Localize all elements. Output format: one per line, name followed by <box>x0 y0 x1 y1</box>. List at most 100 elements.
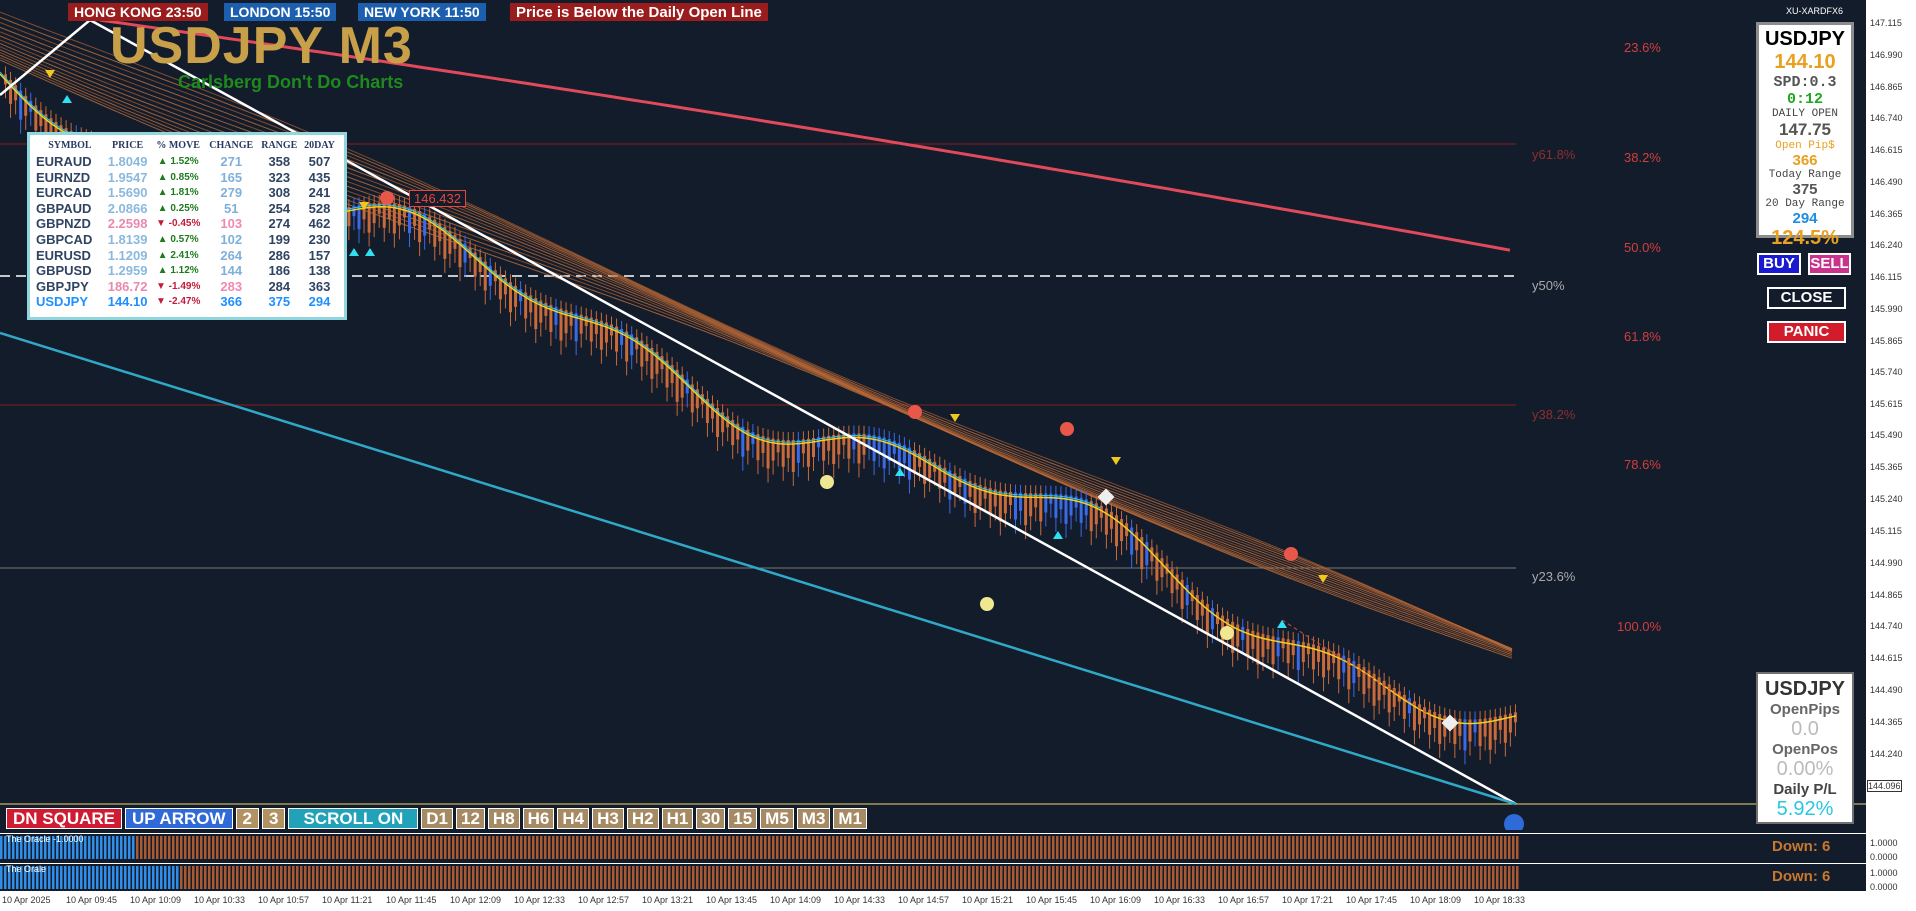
timeframe-h3-button[interactable]: H3 <box>592 808 624 829</box>
chart-area[interactable]: HONG KONG 23:50 LONDON 15:50 NEW YORK 11… <box>0 0 1866 830</box>
histogram-bar <box>1168 866 1171 889</box>
histogram-bar <box>1044 836 1047 859</box>
histogram-bar <box>652 866 655 889</box>
histogram-bar <box>1124 836 1127 859</box>
histogram-bar <box>756 866 759 889</box>
panic-button[interactable]: PANIC <box>1767 321 1846 343</box>
price-tick-label: 147.115 <box>1870 18 1902 28</box>
indicator-label: The Orale <box>6 864 47 874</box>
histogram-bar <box>316 866 319 889</box>
histogram-bar <box>1500 836 1503 859</box>
histogram-bar <box>1280 866 1283 889</box>
histogram-bar <box>1240 866 1243 889</box>
up-arrow-button[interactable]: UP ARROW <box>125 808 233 829</box>
histogram-bar <box>780 836 783 859</box>
time-tick-label: 10 Apr 11:45 <box>386 895 437 905</box>
time-tick-label: 10 Apr 15:45 <box>1026 895 1078 905</box>
histogram-bar <box>356 866 359 889</box>
histogram-bar <box>1092 866 1095 889</box>
option-3-button[interactable]: 3 <box>261 808 286 829</box>
indicator-down-count: Down: 6 <box>1772 868 1831 885</box>
candle-body <box>1382 680 1386 695</box>
histogram-bar <box>640 866 643 889</box>
price-tick-label: 146.490 <box>1870 177 1903 187</box>
histogram-bar <box>1516 836 1519 859</box>
histogram-bar <box>1324 866 1327 889</box>
up-arrow-icon <box>895 468 905 476</box>
histogram-bar <box>1200 866 1203 889</box>
histogram-bar <box>964 866 967 889</box>
timeframe-h6-button[interactable]: H6 <box>522 808 555 829</box>
timeframe-m1-button[interactable]: M1 <box>833 808 868 829</box>
timeframe-h4-button[interactable]: H4 <box>557 808 590 829</box>
price-chart[interactable] <box>0 0 1866 830</box>
histogram-bar <box>796 836 799 859</box>
histogram-bar <box>412 836 415 859</box>
option-2-button[interactable]: 2 <box>235 808 259 829</box>
timeframe-15-button[interactable]: 15 <box>728 808 758 829</box>
price-axis[interactable]: 147.115 146.990 146.865 146.740 146.615 146.4… <box>1866 0 1916 911</box>
timeframe-12-button[interactable]: 12 <box>456 808 485 829</box>
histogram-bar <box>1480 836 1483 859</box>
timeframe-h8-button[interactable]: H8 <box>487 808 520 829</box>
histogram-bar <box>704 866 707 889</box>
histogram-bar <box>180 836 183 859</box>
histogram-bar <box>940 866 943 889</box>
histogram-bar <box>1288 866 1291 889</box>
fib-level-label: 23.6% <box>1624 40 1661 55</box>
histogram-bar <box>76 866 79 889</box>
histogram-bar <box>140 836 143 859</box>
dn-square-button[interactable]: DN SQUARE <box>6 808 123 829</box>
chart-tagline: Carlsberg Don't Do Charts <box>178 72 404 92</box>
timeframe-30-button[interactable]: 30 <box>696 808 726 829</box>
histogram-bar <box>1388 866 1391 889</box>
histogram-bar <box>736 836 739 859</box>
histogram-bar <box>824 836 827 859</box>
histogram-bar <box>852 866 855 889</box>
timeframe-m5-button[interactable]: M5 <box>760 808 794 829</box>
histogram-bar <box>672 866 675 889</box>
timeframe-m3-button[interactable]: M3 <box>796 808 831 829</box>
cell-day20: 435 <box>308 169 331 185</box>
histogram-bar <box>1516 866 1519 889</box>
histogram-bar <box>144 836 147 859</box>
timeframe-d1-button[interactable]: D1 <box>421 808 453 829</box>
histogram-bar <box>1288 836 1291 859</box>
histogram-bar <box>208 836 211 859</box>
histogram-bar <box>868 836 871 859</box>
candle-body <box>1019 492 1023 511</box>
cell-symbol: EURAUD <box>36 154 92 169</box>
histogram-bar <box>88 836 91 859</box>
buy-button[interactable]: BUY <box>1757 253 1801 275</box>
scroll-toggle-button[interactable]: SCROLL ON <box>288 808 419 829</box>
histogram-bar <box>800 866 803 889</box>
histogram-bar <box>992 866 995 889</box>
histogram-bar <box>1360 866 1363 889</box>
cell-range: 199 <box>268 231 291 247</box>
histogram-bar <box>128 866 131 889</box>
histogram-bar <box>308 866 311 889</box>
histogram-bar <box>1188 866 1191 889</box>
histogram-bar <box>880 866 883 889</box>
histogram-bar <box>1064 836 1067 859</box>
histogram-bar <box>892 866 895 889</box>
histogram-bar <box>836 836 839 859</box>
timeframe-h2-button[interactable]: H2 <box>626 808 659 829</box>
histogram-bar <box>484 836 487 859</box>
histogram-bar <box>624 866 627 889</box>
histogram-bar <box>848 866 851 889</box>
histogram-bar <box>860 836 863 859</box>
histogram-bar <box>1176 836 1179 859</box>
histogram-bar <box>220 836 223 859</box>
histogram-bar <box>48 866 51 889</box>
histogram-bar <box>152 836 155 859</box>
histogram-bar <box>1040 866 1043 889</box>
histogram-bar <box>312 836 315 859</box>
cell-range: 254 <box>268 200 291 216</box>
timeframe-h1-button[interactable]: H1 <box>661 808 694 829</box>
close-positions-button[interactable]: CLOSE <box>1767 287 1846 309</box>
histogram-bar <box>920 866 923 889</box>
time-axis[interactable]: 10 Apr 2025 10 Apr 09:45 10 Apr 10:09 10 Ap… <box>0 891 1866 911</box>
cell-range: 375 <box>268 294 291 310</box>
sell-button[interactable]: SELL <box>1808 253 1851 275</box>
